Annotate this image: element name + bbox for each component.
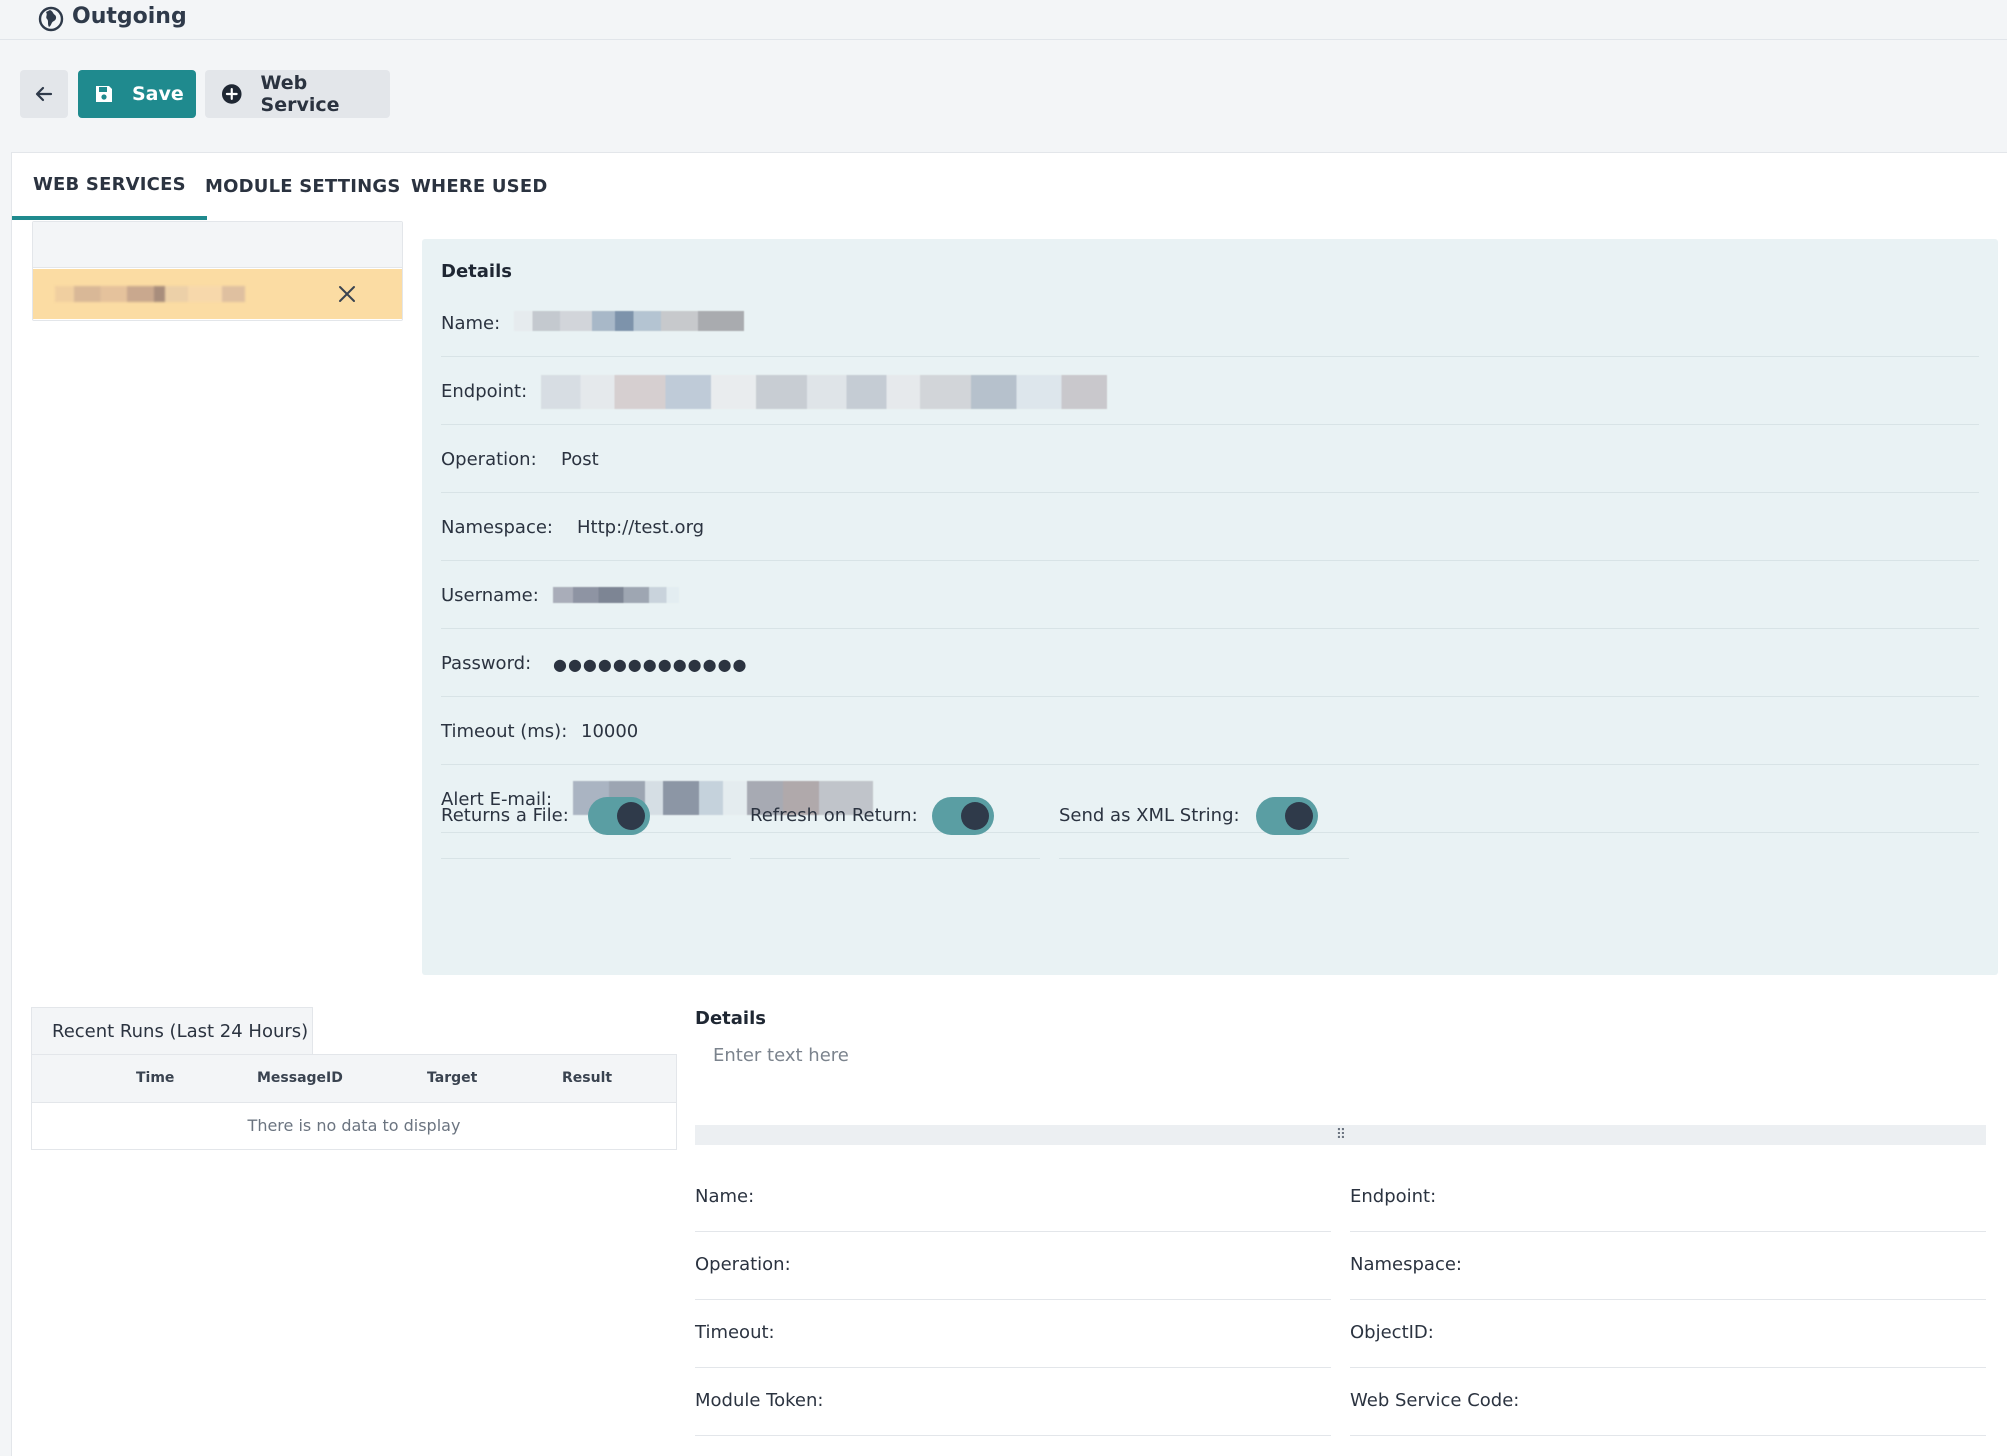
plus-circle-icon <box>221 84 242 104</box>
resize-splitter[interactable]: ⠿ <box>695 1125 1986 1145</box>
returns-file-toggle[interactable] <box>588 797 650 835</box>
bottom-endpoint-label: Endpoint: <box>1350 1186 1437 1207</box>
bottom-objectid-label: ObjectID: <box>1350 1322 1434 1343</box>
tab-bar: WEB SERVICES MODULE SETTINGS WHERE USED <box>12 153 2007 220</box>
column-header-messageid[interactable]: MessageID <box>257 1070 343 1086</box>
password-label: Password: <box>441 653 532 674</box>
send-as-xml-label: Send as XML String: <box>1059 805 1240 826</box>
endpoint-label: Endpoint: <box>441 381 528 402</box>
bottom-web-service-code-field: Web Service Code: <box>1350 1368 1986 1436</box>
name-label: Name: <box>441 313 501 334</box>
toggle-knob <box>961 802 989 830</box>
web-service-list-item-selected[interactable] <box>33 269 402 319</box>
refresh-on-return-toggle[interactable] <box>932 797 994 835</box>
returns-file-toggle-cell: Returns a File: <box>441 775 731 859</box>
close-icon[interactable] <box>336 283 358 305</box>
timeout-row: Timeout (ms): 10000 <box>441 697 1979 765</box>
timeout-label: Timeout (ms): <box>441 721 568 742</box>
bottom-operation-label: Operation: <box>695 1254 791 1275</box>
app-header: Outgoing <box>0 0 2007 40</box>
recent-runs-header: Time MessageID Target Result <box>32 1055 676 1103</box>
bottom-web-service-code-label: Web Service Code: <box>1350 1390 1520 1411</box>
empty-table-message: There is no data to display <box>247 1116 461 1135</box>
username-row: Username: <box>441 561 1979 629</box>
password-value: ●●●●●●●●●●●●● <box>553 655 748 674</box>
bottom-name-label: Name: <box>695 1186 755 1207</box>
bottom-module-token-label: Module Token: <box>695 1390 824 1411</box>
username-label: Username: <box>441 585 539 606</box>
web-service-button-label: Web Service <box>260 72 340 116</box>
timeout-value: 10000 <box>581 721 639 742</box>
details-text-input[interactable] <box>713 1040 1313 1070</box>
page-title: Outgoing <box>72 4 187 29</box>
operation-label: Operation: <box>441 449 537 470</box>
save-button-label: Save <box>132 83 184 105</box>
tab-web-services[interactable]: WEB SERVICES <box>12 153 207 220</box>
toggle-knob <box>1285 802 1313 830</box>
bottom-name-field: Name: <box>695 1164 1331 1232</box>
column-header-target[interactable]: Target <box>427 1070 477 1086</box>
redacted-service-name <box>55 286 245 302</box>
web-service-list <box>32 221 403 321</box>
column-header-time[interactable]: Time <box>136 1070 174 1086</box>
operation-row: Operation: Post <box>441 425 1979 493</box>
details-heading: Details <box>441 261 512 282</box>
bottom-endpoint-field: Endpoint: <box>1350 1164 1986 1232</box>
namespace-value: Http://test.org <box>577 517 705 538</box>
redacted-username-value <box>553 587 679 603</box>
send-as-xml-toggle-cell: Send as XML String: <box>1059 775 1349 859</box>
arrow-left-icon <box>35 86 53 102</box>
tab-recent-runs[interactable]: Recent Runs (Last 24 Hours) <box>31 1007 313 1055</box>
refresh-on-return-toggle-cell: Refresh on Return: <box>750 775 1040 859</box>
bottom-timeout-label: Timeout: <box>695 1322 775 1343</box>
bottom-details-title: Details <box>695 1008 766 1029</box>
send-as-xml-toggle[interactable] <box>1256 797 1318 835</box>
details-panel: Details Name: Endpoint: Operation: Post … <box>422 239 1998 975</box>
back-button[interactable] <box>20 70 68 118</box>
recent-runs-table: Time MessageID Target Result There is no… <box>31 1054 677 1150</box>
tab-where-used[interactable]: WHERE USED <box>390 153 568 220</box>
drag-handle-icon[interactable]: ⠿ <box>1336 1128 1346 1142</box>
tab-module-settings[interactable]: MODULE SETTINGS <box>184 153 422 220</box>
namespace-label: Namespace: <box>441 517 553 538</box>
floppy-disk-icon <box>96 86 112 102</box>
redacted-name-value <box>514 311 744 331</box>
add-web-service-button[interactable]: Web Service <box>205 70 390 118</box>
toggle-knob <box>617 802 645 830</box>
name-row: Name: <box>441 289 1979 357</box>
bottom-namespace-field: Namespace: <box>1350 1232 1986 1300</box>
operation-value: Post <box>561 449 599 470</box>
refresh-on-return-label: Refresh on Return: <box>750 805 918 826</box>
password-row: Password: ●●●●●●●●●●●●● <box>441 629 1979 697</box>
web-service-list-header <box>33 222 402 268</box>
redacted-endpoint-value <box>541 375 1107 409</box>
bottom-operation-field: Operation: <box>695 1232 1331 1300</box>
bottom-objectid-field: ObjectID: <box>1350 1300 1986 1368</box>
endpoint-row: Endpoint: <box>441 357 1979 425</box>
namespace-row: Namespace: Http://test.org <box>441 493 1979 561</box>
column-header-result[interactable]: Result <box>562 1070 612 1086</box>
bottom-timeout-field: Timeout: <box>695 1300 1331 1368</box>
returns-file-label: Returns a File: <box>441 805 569 826</box>
save-button[interactable]: Save <box>78 70 196 118</box>
globe-icon <box>38 6 64 32</box>
bottom-namespace-label: Namespace: <box>1350 1254 1462 1275</box>
bottom-module-token-field: Module Token: <box>695 1368 1331 1436</box>
